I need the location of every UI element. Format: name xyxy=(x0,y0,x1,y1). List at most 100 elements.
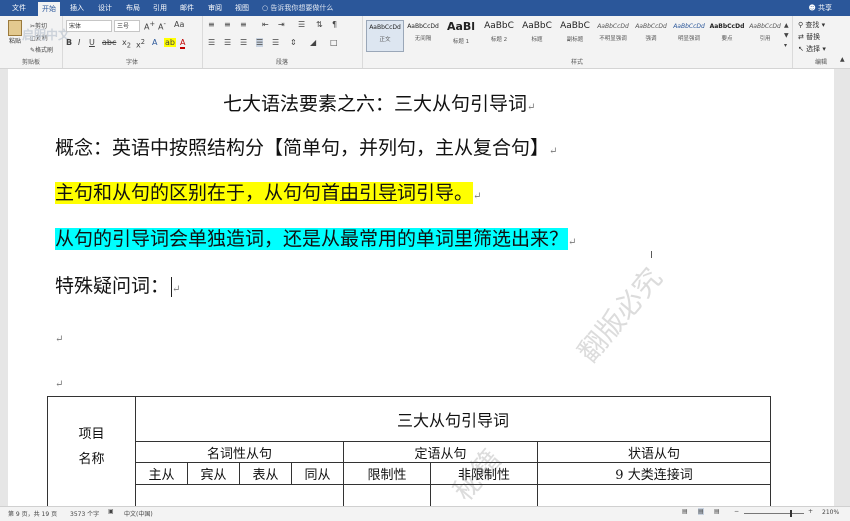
font-size-select[interactable]: 三号 xyxy=(114,20,140,32)
shrink-font-icon[interactable]: A- xyxy=(158,20,166,32)
superscript-icon[interactable]: x2 xyxy=(136,38,145,50)
style-heading-2[interactable]: AaBbC 标题 2 xyxy=(480,20,518,52)
tab-review[interactable]: 审阅 xyxy=(204,0,226,16)
tab-file[interactable]: 文件 xyxy=(8,0,30,16)
style-quote[interactable]: AaBbCcDd 引用 xyxy=(746,20,784,52)
table-header-item-cell[interactable]: 项目 名称 xyxy=(47,396,136,506)
tab-view[interactable]: 视图 xyxy=(231,0,253,16)
justify-icon[interactable]: ☰ xyxy=(256,38,264,47)
tab-home[interactable]: 开始 xyxy=(38,2,60,16)
table-sub-restrictive[interactable]: 限制性 xyxy=(343,462,431,485)
collapse-ribbon-icon[interactable]: ▲ xyxy=(840,56,845,63)
table-row[interactable] xyxy=(430,484,538,506)
table-group-adverbial-clause[interactable]: 状语从句 xyxy=(537,441,771,463)
style-heading-1[interactable]: AaBl 标题 1 xyxy=(442,20,480,52)
table-sub-object[interactable]: 宾从 xyxy=(187,462,240,485)
style-no-spacing[interactable]: AaBbCcDd 无间隔 xyxy=(404,20,442,52)
change-case-icon[interactable]: Aa xyxy=(174,20,184,29)
style-subtle-emphasis[interactable]: AaBbCcDd 不明显强调 xyxy=(594,20,632,52)
special-question-line[interactable]: 特殊疑问词： ↵ xyxy=(55,271,180,298)
connector-question-line[interactable]: 从句的引导词会单独造词，还是从最常用的单词里筛选出来？↵ xyxy=(55,224,576,251)
chinese-layout-icon[interactable]: ☰ xyxy=(298,20,305,29)
underline-icon[interactable]: U xyxy=(89,38,95,47)
bold-icon[interactable]: B xyxy=(66,38,72,47)
text-effects-icon[interactable]: A xyxy=(152,38,157,47)
language-indicator[interactable]: 中文(中国) xyxy=(124,509,153,518)
decrease-indent-icon[interactable]: ⇤ xyxy=(262,20,269,29)
distributed-icon[interactable]: ☰ xyxy=(272,38,279,47)
zoom-slider[interactable] xyxy=(744,513,804,514)
print-layout-icon[interactable]: ▤ xyxy=(698,508,704,515)
shading-icon[interactable]: ◢ xyxy=(310,38,316,47)
replace-button[interactable]: ⇄ 替换 xyxy=(798,32,820,42)
style-emphasis[interactable]: AaBbCcDd 强调 xyxy=(632,20,670,52)
zoom-slider-thumb[interactable] xyxy=(790,510,792,517)
table-sub-predicative[interactable]: 表从 xyxy=(239,462,292,485)
zoom-in-button[interactable]: + xyxy=(808,508,813,515)
style-intense-emphasis[interactable]: AaBbCcDd 明显强调 xyxy=(670,20,708,52)
cursor-icon: ↖ xyxy=(798,45,804,53)
tab-insert[interactable]: 插入 xyxy=(66,0,88,16)
connector-table[interactable]: 项目 名称 三大从句引导词 名词性从句 定语从句 状语从句 主从 宾从 表从 同… xyxy=(47,396,771,506)
font-name-select[interactable]: 宋体 xyxy=(66,20,112,32)
empty-paragraph-1[interactable]: ↵ xyxy=(55,327,63,346)
styles-scroll-up-icon[interactable]: ▲ xyxy=(784,22,789,29)
table-sub-connectors[interactable]: 9 大类连接词 xyxy=(537,462,771,485)
tab-mailings[interactable]: 邮件 xyxy=(176,0,198,16)
table-sub-appositive[interactable]: 同从 xyxy=(291,462,344,485)
zoom-out-button[interactable]: − xyxy=(734,508,739,515)
zoom-level[interactable]: 210% xyxy=(822,509,839,516)
numbering-icon[interactable]: ≡ xyxy=(224,20,231,29)
table-group-noun-clause[interactable]: 名词性从句 xyxy=(135,441,344,463)
style-strong[interactable]: AaBbCcDd 要点 xyxy=(708,20,746,52)
table-group-attributive-clause[interactable]: 定语从句 xyxy=(343,441,538,463)
tell-me-search[interactable]: ○ 告诉我你想要做什么 xyxy=(262,0,333,16)
table-sub-nonrestrictive[interactable]: 非限制性 xyxy=(430,462,538,485)
read-mode-icon[interactable]: ▤ xyxy=(682,508,688,515)
style-title[interactable]: AaBbC 标题 xyxy=(518,20,556,52)
multilevel-list-icon[interactable]: ≡ xyxy=(240,20,247,29)
styles-more-icon[interactable]: ▾ xyxy=(784,42,787,49)
styles-scroll-down-icon[interactable]: ▼ xyxy=(784,32,789,39)
vertical-scrollbar[interactable] xyxy=(842,69,850,506)
share-button[interactable]: ☻ 共享 xyxy=(808,0,832,16)
table-row[interactable] xyxy=(537,484,771,506)
highlight-icon[interactable]: ab xyxy=(164,38,176,47)
line-spacing-icon[interactable]: ⇕ xyxy=(290,38,297,47)
bullets-icon[interactable]: ≡ xyxy=(208,20,215,29)
grow-font-icon[interactable]: A+ xyxy=(144,20,155,32)
page-count[interactable]: 第 9 页，共 19 页 xyxy=(8,509,57,518)
proofing-icon[interactable]: ▣ xyxy=(108,508,114,515)
find-button[interactable]: ⚲ 查找 ▾ xyxy=(798,20,825,30)
format-painter-button[interactable]: ✎格式刷 xyxy=(30,45,53,54)
main-clause-line[interactable]: 主句和从句的区别在于，从句句首由引导词引导。↵ xyxy=(55,178,481,205)
document-page[interactable]: 翻版必究 秘籍 七大语法要素之六：三大从句引导词↵ 概念：英语中按照结构分【简单… xyxy=(8,69,834,506)
tab-design[interactable]: 设计 xyxy=(94,0,116,16)
style-subtitle[interactable]: AaBbC 副标题 xyxy=(556,20,594,52)
align-center-icon[interactable]: ☰ xyxy=(224,38,231,47)
table-row[interactable] xyxy=(343,484,431,506)
italic-icon[interactable]: I xyxy=(78,38,80,47)
borders-icon[interactable]: □ xyxy=(330,38,338,47)
show-marks-icon[interactable]: ¶ xyxy=(332,20,337,29)
select-button[interactable]: ↖ 选择 ▾ xyxy=(798,44,826,54)
sort-icon[interactable]: ⇅ xyxy=(316,20,323,29)
concept-line[interactable]: 概念：英语中按照结构分【简单句，并列句，主从复合句】↵ xyxy=(55,133,557,160)
word-count[interactable]: 3573 个字 xyxy=(70,509,99,518)
ribbon-tab-bar: 文件 开始 插入 设计 布局 引用 邮件 审阅 视图 ○ 告诉我你想要做什么 ☻… xyxy=(0,0,850,16)
table-sub-subject[interactable]: 主从 xyxy=(135,462,188,485)
document-title[interactable]: 七大语法要素之六：三大从句引导词↵ xyxy=(223,89,535,116)
empty-paragraph-2[interactable]: ↵ xyxy=(55,372,63,391)
align-right-icon[interactable]: ☰ xyxy=(240,38,247,47)
increase-indent-icon[interactable]: ⇥ xyxy=(278,20,285,29)
table-row[interactable] xyxy=(135,484,344,506)
align-left-icon[interactable]: ☰ xyxy=(208,38,215,47)
tab-references[interactable]: 引用 xyxy=(149,0,171,16)
web-layout-icon[interactable]: ▤ xyxy=(714,508,720,515)
font-color-icon[interactable]: A xyxy=(180,38,186,49)
style-normal[interactable]: AaBbCcDd 正文 xyxy=(366,20,404,52)
table-title-cell[interactable]: 三大从句引导词 xyxy=(135,396,771,442)
tab-layout[interactable]: 布局 xyxy=(122,0,144,16)
subscript-icon[interactable]: x2 xyxy=(122,38,131,50)
strikethrough-icon[interactable]: abc xyxy=(102,38,116,47)
